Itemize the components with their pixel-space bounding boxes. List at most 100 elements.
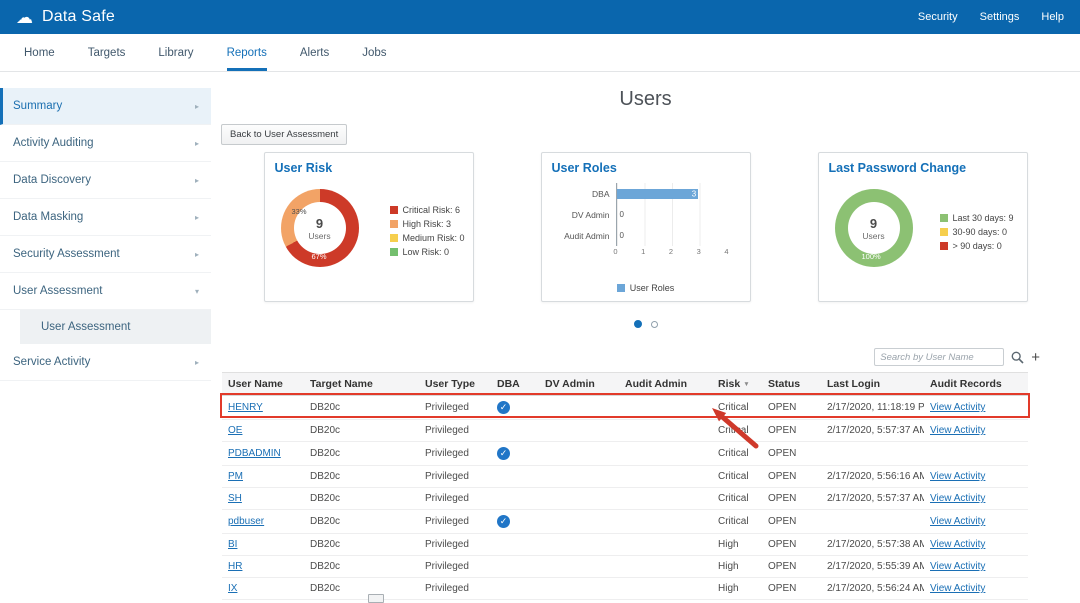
column-header-risk[interactable]: Risk▼	[712, 373, 762, 396]
user-link[interactable]: OE	[228, 425, 242, 436]
legend-swatch-user-roles	[617, 284, 625, 292]
cell-dv-admin	[539, 488, 619, 510]
table-row: HENRY DB20c Privileged ✓ Critical OPEN 2…	[222, 396, 1028, 420]
legend-label: Last 30 days: 9	[953, 213, 1014, 223]
column-header-last-login[interactable]: Last Login	[821, 373, 924, 396]
cell-user-name: HENRY	[222, 396, 304, 420]
cloud-icon: ☁	[16, 9, 33, 26]
sidebar-item-data-discovery[interactable]: Data Discovery ▸	[0, 162, 211, 199]
legend-swatch-30-90	[940, 228, 948, 236]
tab-home[interactable]: Home	[24, 34, 55, 71]
user-link[interactable]: HR	[228, 561, 242, 572]
column-header-status[interactable]: Status	[762, 373, 821, 396]
column-header-audit-admin[interactable]: Audit Admin	[619, 373, 712, 396]
search-icon[interactable]	[1011, 351, 1024, 364]
cell-user-type: Privileged	[419, 556, 491, 578]
view-activity-link[interactable]: View Activity	[930, 425, 985, 436]
cell-audit-admin	[619, 534, 712, 556]
tab-jobs[interactable]: Jobs	[362, 34, 386, 71]
carousel-dot-2[interactable]	[651, 321, 658, 328]
tick-label: 2	[669, 247, 673, 256]
user-link[interactable]: BI	[228, 539, 237, 550]
tab-library[interactable]: Library	[158, 34, 193, 71]
column-header-user-name[interactable]: User Name	[222, 373, 304, 396]
table-search-bar: +	[874, 348, 1040, 366]
slice-label-last-30-days: 100%	[862, 252, 881, 261]
header-link-help[interactable]: Help	[1041, 11, 1064, 23]
sort-desc-icon[interactable]: ▼	[743, 381, 749, 388]
header-nav: Security Settings Help	[918, 11, 1064, 23]
table-row: IX DB20c Privileged High OPEN 2/17/2020,…	[222, 578, 1028, 600]
user-link[interactable]: SH	[228, 493, 242, 504]
donut-center-label: Users	[308, 231, 330, 241]
back-to-user-assessment-button[interactable]: Back to User Assessment	[221, 124, 347, 145]
user-link[interactable]: IX	[228, 583, 237, 594]
sidebar-subitem-user-assessment[interactable]: User Assessment	[20, 310, 211, 344]
column-header-audit-records[interactable]: Audit Records	[924, 373, 1028, 396]
user-risk-legend: Critical Risk: 6 High Risk: 3 Medium Ris…	[390, 205, 465, 261]
view-activity-link[interactable]: View Activity	[930, 493, 985, 504]
column-header-target-name[interactable]: Target Name	[304, 373, 419, 396]
table-header-row: User Name Target Name User Type DBA DV A…	[222, 373, 1028, 396]
cell-dv-admin	[539, 578, 619, 600]
user-link[interactable]: PM	[228, 471, 243, 482]
search-input[interactable]	[874, 348, 1004, 366]
tab-reports[interactable]: Reports	[227, 34, 267, 71]
user-link[interactable]: PDBADMIN	[228, 448, 281, 459]
header-link-settings[interactable]: Settings	[980, 11, 1020, 23]
column-header-dba[interactable]: DBA	[491, 373, 539, 396]
tab-alerts[interactable]: Alerts	[300, 34, 329, 71]
cell-user-name: IX	[222, 578, 304, 600]
bar-value-label: 0	[620, 231, 624, 240]
column-header-dv-admin[interactable]: DV Admin	[539, 373, 619, 396]
cell-audit-admin	[619, 578, 712, 600]
cell-user-name: OE	[222, 420, 304, 442]
user-link[interactable]: pdbuser	[228, 516, 264, 527]
cell-audit-admin	[619, 420, 712, 442]
cell-dv-admin	[539, 556, 619, 578]
bar-row-audit-admin: Audit Admin 0	[550, 225, 742, 246]
sidebar-item-label: Data Masking	[13, 211, 83, 223]
page-title: Users	[211, 88, 1080, 111]
column-header-user-type[interactable]: User Type	[419, 373, 491, 396]
legend-item-over-90: > 90 days: 0	[940, 241, 1014, 251]
cell-dba	[491, 556, 539, 578]
slice-label-critical-risk: 67%	[312, 252, 327, 261]
card-title-user-roles: User Roles	[552, 161, 740, 175]
view-activity-link[interactable]: View Activity	[930, 471, 985, 482]
cell-last-login: 2/17/2020, 5:56:16 AM	[821, 466, 924, 488]
sidebar-item-activity-auditing[interactable]: Activity Auditing ▸	[0, 125, 211, 162]
cell-risk: High	[712, 534, 762, 556]
cell-status: OPEN	[762, 534, 821, 556]
sidebar-item-user-assessment[interactable]: User Assessment ▾	[0, 273, 211, 310]
users-table: User Name Target Name User Type DBA DV A…	[222, 372, 1028, 600]
view-activity-link[interactable]: View Activity	[930, 539, 985, 550]
carousel-dot-1[interactable]	[634, 320, 642, 328]
legend-item-low: Low Risk: 0	[390, 247, 465, 257]
view-activity-link[interactable]: View Activity	[930, 561, 985, 572]
sidebar: Summary ▸ Activity Auditing ▸ Data Disco…	[0, 72, 211, 381]
card-user-risk: User Risk 9 Users 33% 67% Critical Risk:…	[264, 152, 474, 302]
cell-user-type: Privileged	[419, 534, 491, 556]
add-icon[interactable]: +	[1031, 350, 1040, 365]
tab-targets[interactable]: Targets	[88, 34, 126, 71]
cell-target-name: DB20c	[304, 578, 419, 600]
sidebar-item-summary[interactable]: Summary ▸	[0, 88, 211, 125]
cell-dba	[491, 578, 539, 600]
user-link[interactable]: HENRY	[228, 402, 263, 413]
sidebar-item-security-assessment[interactable]: Security Assessment ▸	[0, 236, 211, 273]
sidebar-item-data-masking[interactable]: Data Masking ▸	[0, 199, 211, 236]
header-link-security[interactable]: Security	[918, 11, 958, 23]
cell-last-login	[821, 510, 924, 534]
cell-user-name: PM	[222, 466, 304, 488]
cell-status: OPEN	[762, 510, 821, 534]
partial-scroll-control[interactable]	[368, 594, 384, 603]
cell-target-name: DB20c	[304, 534, 419, 556]
cell-dv-admin	[539, 510, 619, 534]
cell-dba	[491, 420, 539, 442]
view-activity-link[interactable]: View Activity	[930, 402, 985, 413]
sidebar-item-service-activity[interactable]: Service Activity ▸	[0, 344, 211, 381]
view-activity-link[interactable]: View Activity	[930, 583, 985, 594]
table-row: SH DB20c Privileged Critical OPEN 2/17/2…	[222, 488, 1028, 510]
view-activity-link[interactable]: View Activity	[930, 516, 985, 527]
